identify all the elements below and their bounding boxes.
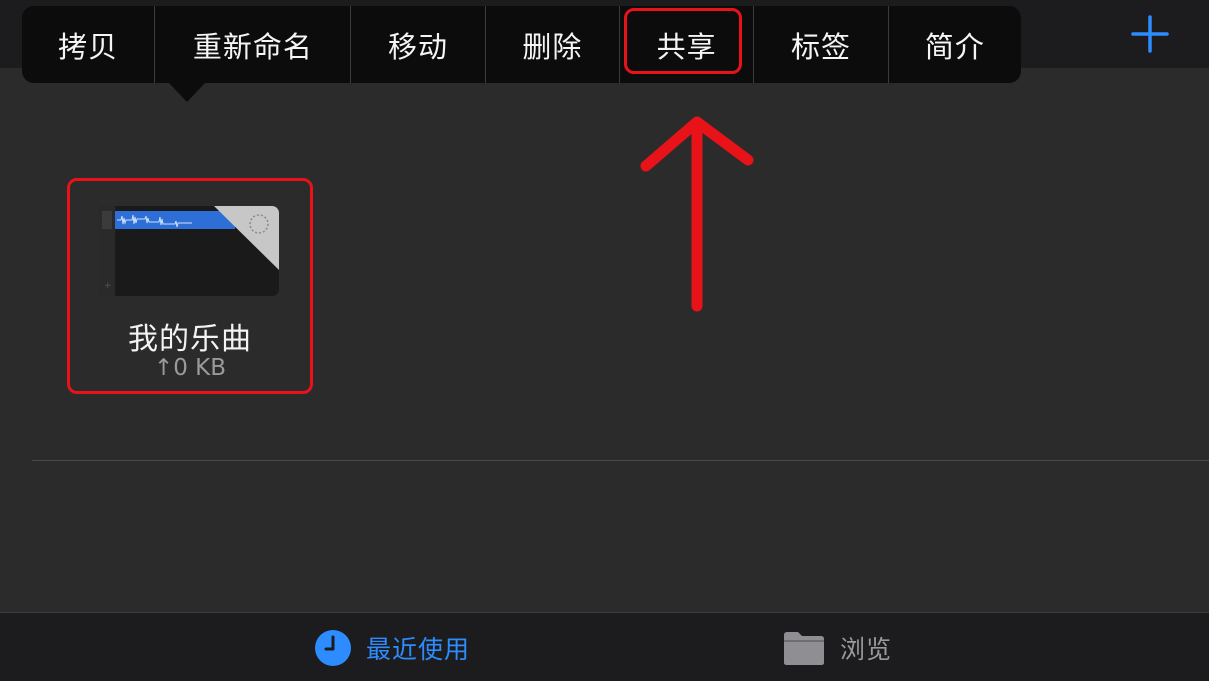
clock-icon: [315, 629, 351, 666]
tab-recents-label: 最近使用: [366, 634, 471, 664]
file-name: 我的乐曲: [128, 322, 252, 357]
tab-recents[interactable]: 最近使用: [314, 613, 470, 681]
add-button[interactable]: [1128, 12, 1172, 56]
menu-item-move[interactable]: 移动: [351, 6, 486, 83]
menu-item-share[interactable]: 共享: [620, 6, 755, 83]
menu-item-delete[interactable]: 删除: [486, 6, 620, 83]
svg-text:+: +: [104, 281, 112, 291]
file-item[interactable]: + 我的乐曲 ↑0 KB: [67, 178, 313, 394]
up-arrow-annotation: [640, 116, 754, 312]
menu-item-copy[interactable]: 拷贝: [22, 6, 156, 83]
plus-icon: [1131, 15, 1169, 53]
file-size: ↑0 KB: [153, 355, 227, 381]
files-browser-screen: 拷贝 重新命名 移动 删除 共享 标签 简介 + 我的乐曲 ↑0 KB 最近使用…: [0, 0, 1209, 681]
context-menu: 拷贝 重新命名 移动 删除 共享 标签 简介: [22, 6, 1021, 83]
tab-browse-label: 浏览: [840, 634, 893, 664]
folder-icon: [784, 631, 824, 665]
garageband-project-thumbnail: +: [99, 206, 279, 296]
menu-item-info[interactable]: 简介: [889, 6, 1021, 83]
tab-browse[interactable]: 浏览: [782, 613, 892, 681]
section-divider: [32, 460, 1209, 461]
tab-bar: 最近使用 浏览: [0, 612, 1209, 681]
context-menu-pointer: [168, 82, 206, 102]
menu-item-tags[interactable]: 标签: [754, 6, 889, 83]
menu-item-rename[interactable]: 重新命名: [155, 6, 352, 83]
